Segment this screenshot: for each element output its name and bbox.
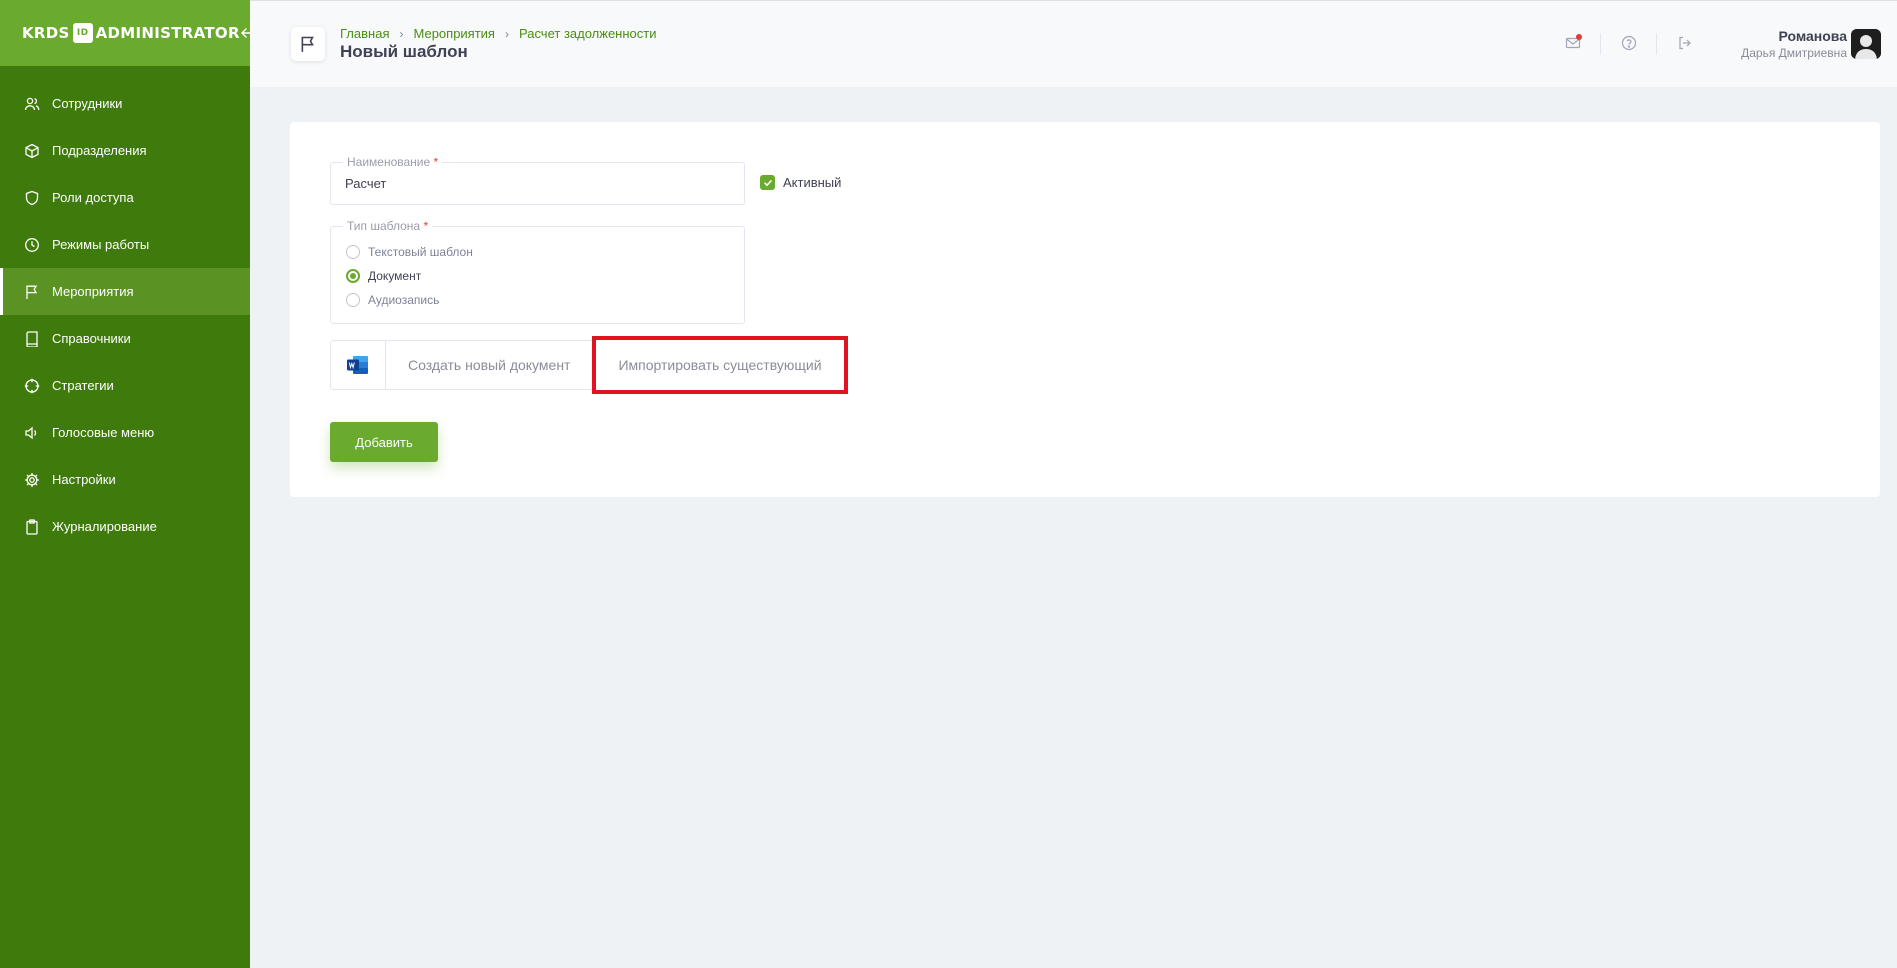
sidebar-item-label: Голосовые меню <box>52 425 155 440</box>
sidebar-header: KRDS ID ADMINISTRATOR <box>0 0 253 66</box>
header-divider <box>1600 33 1601 55</box>
user-last-name: Романова <box>1778 28 1847 44</box>
flag-icon <box>26 285 38 299</box>
cube-icon <box>25 143 39 158</box>
sidebar: KRDS ID ADMINISTRATOR Сотрудники Подразд… <box>0 0 253 968</box>
gear-icon <box>25 472 39 487</box>
page-title: Новый шаблон <box>340 42 468 61</box>
template-type-label: Тип шаблона <box>347 219 421 233</box>
logout-icon <box>1679 36 1691 50</box>
sidebar-item-logging[interactable]: Журналирование <box>0 503 250 550</box>
sidebar-item-label: Роли доступа <box>52 190 134 205</box>
radio-label: Документ <box>368 269 422 283</box>
sidebar-item-label: Стратегии <box>52 378 114 393</box>
logo: KRDS ID ADMINISTRATOR <box>22 23 240 43</box>
sidebar-item-label: Подразделения <box>52 143 147 158</box>
chevron-right-icon: › <box>399 26 404 41</box>
flag-icon <box>301 36 314 52</box>
top-header: Главная › Мероприятия › Расчет задолженн… <box>250 0 1897 87</box>
document-source-group: Создать новый документ Импортировать сущ… <box>330 336 848 394</box>
speaker-icon <box>25 426 37 439</box>
radio-button[interactable] <box>346 293 360 307</box>
chevron-right-icon: › <box>504 26 509 41</box>
active-checkbox-label: Активный <box>783 175 842 190</box>
breadcrumb: Главная › Мероприятия › Расчет задолженн… <box>340 26 656 41</box>
users-icon <box>24 97 40 110</box>
user-first-name: Дарья Дмитриевна <box>1741 46 1847 60</box>
sidebar-menu: Сотрудники Подразделения Роли доступа Ре… <box>0 80 250 550</box>
add-button[interactable]: Добавить <box>330 422 438 462</box>
notification-dot <box>1576 34 1582 40</box>
crosshair-icon <box>24 378 40 393</box>
checkbox-checked[interactable] <box>760 175 775 190</box>
help-button[interactable] <box>1619 33 1639 53</box>
radio-button-selected[interactable] <box>346 269 360 283</box>
user-silhouette-icon <box>1851 29 1881 59</box>
logo-text-right: ADMINISTRATOR <box>95 24 240 42</box>
sidebar-item-label: Справочники <box>52 331 131 346</box>
sidebar-item-label: Мероприятия <box>52 284 134 299</box>
name-input[interactable] <box>345 176 725 191</box>
name-field-legend: Наименование * <box>343 155 443 169</box>
book-icon <box>26 330 38 347</box>
notifications-button[interactable] <box>1563 33 1583 53</box>
logo-mark: ID <box>72 23 93 43</box>
sidebar-item-work-modes[interactable]: Режимы работы <box>0 221 250 268</box>
sidebar-item-employees[interactable]: Сотрудники <box>0 80 250 127</box>
template-type-field: Тип шаблона * Текстовый шаблон Документ … <box>330 219 745 324</box>
active-checkbox[interactable]: Активный <box>760 175 841 190</box>
clipboard-icon <box>26 518 38 535</box>
word-document-button[interactable] <box>330 340 386 390</box>
required-mark: * <box>433 155 439 169</box>
page-icon <box>291 27 325 61</box>
sidebar-item-settings[interactable]: Настройки <box>0 456 250 503</box>
radio-audio[interactable]: Аудиозапись <box>346 293 439 307</box>
name-field-label: Наименование <box>347 155 431 169</box>
clock-icon <box>25 237 39 252</box>
sidebar-item-voice-menus[interactable]: Голосовые меню <box>0 409 250 456</box>
sidebar-item-strategies[interactable]: Стратегии <box>0 362 250 409</box>
breadcrumb-events[interactable]: Мероприятия <box>413 26 495 41</box>
name-field: Наименование * <box>330 155 745 205</box>
logo-text-left: KRDS <box>22 24 70 42</box>
user-info[interactable]: Романова Дарья Дмитриевна <box>1741 28 1847 60</box>
create-document-button[interactable]: Создать новый документ <box>386 340 594 390</box>
avatar[interactable] <box>1851 29 1881 59</box>
help-circle-icon <box>1621 35 1637 51</box>
sidebar-item-access-roles[interactable]: Роли доступа <box>0 174 250 221</box>
sidebar-item-departments[interactable]: Подразделения <box>0 127 250 174</box>
sidebar-item-label: Настройки <box>52 472 116 487</box>
logo-mark-text: ID <box>76 28 89 38</box>
required-mark: * <box>423 219 429 233</box>
template-type-legend: Тип шаблона * <box>343 219 433 233</box>
breadcrumb-debt-calculation[interactable]: Расчет задолженности <box>519 26 657 41</box>
sidebar-item-label: Сотрудники <box>52 96 123 111</box>
radio-button[interactable] <box>346 245 360 259</box>
radio-label: Аудиозапись <box>368 293 440 307</box>
sidebar-item-events[interactable]: Мероприятия <box>0 268 250 315</box>
form-card: Наименование * Активный Тип шаблона * Те… <box>290 122 1880 497</box>
breadcrumb-home[interactable]: Главная <box>340 26 389 41</box>
sidebar-item-label: Режимы работы <box>52 237 150 252</box>
header-divider <box>1656 33 1657 55</box>
radio-text-template[interactable]: Текстовый шаблон <box>346 245 473 259</box>
radio-document[interactable]: Документ <box>346 269 421 283</box>
word-icon <box>347 356 368 374</box>
sidebar-item-label: Журналирование <box>52 519 157 534</box>
check-icon <box>763 179 772 186</box>
sidebar-item-directories[interactable]: Справочники <box>0 315 250 362</box>
logout-button[interactable] <box>1675 33 1695 53</box>
import-document-button[interactable]: Импортировать существующий <box>592 336 848 394</box>
radio-label: Текстовый шаблон <box>368 245 473 259</box>
shield-icon <box>25 190 39 205</box>
